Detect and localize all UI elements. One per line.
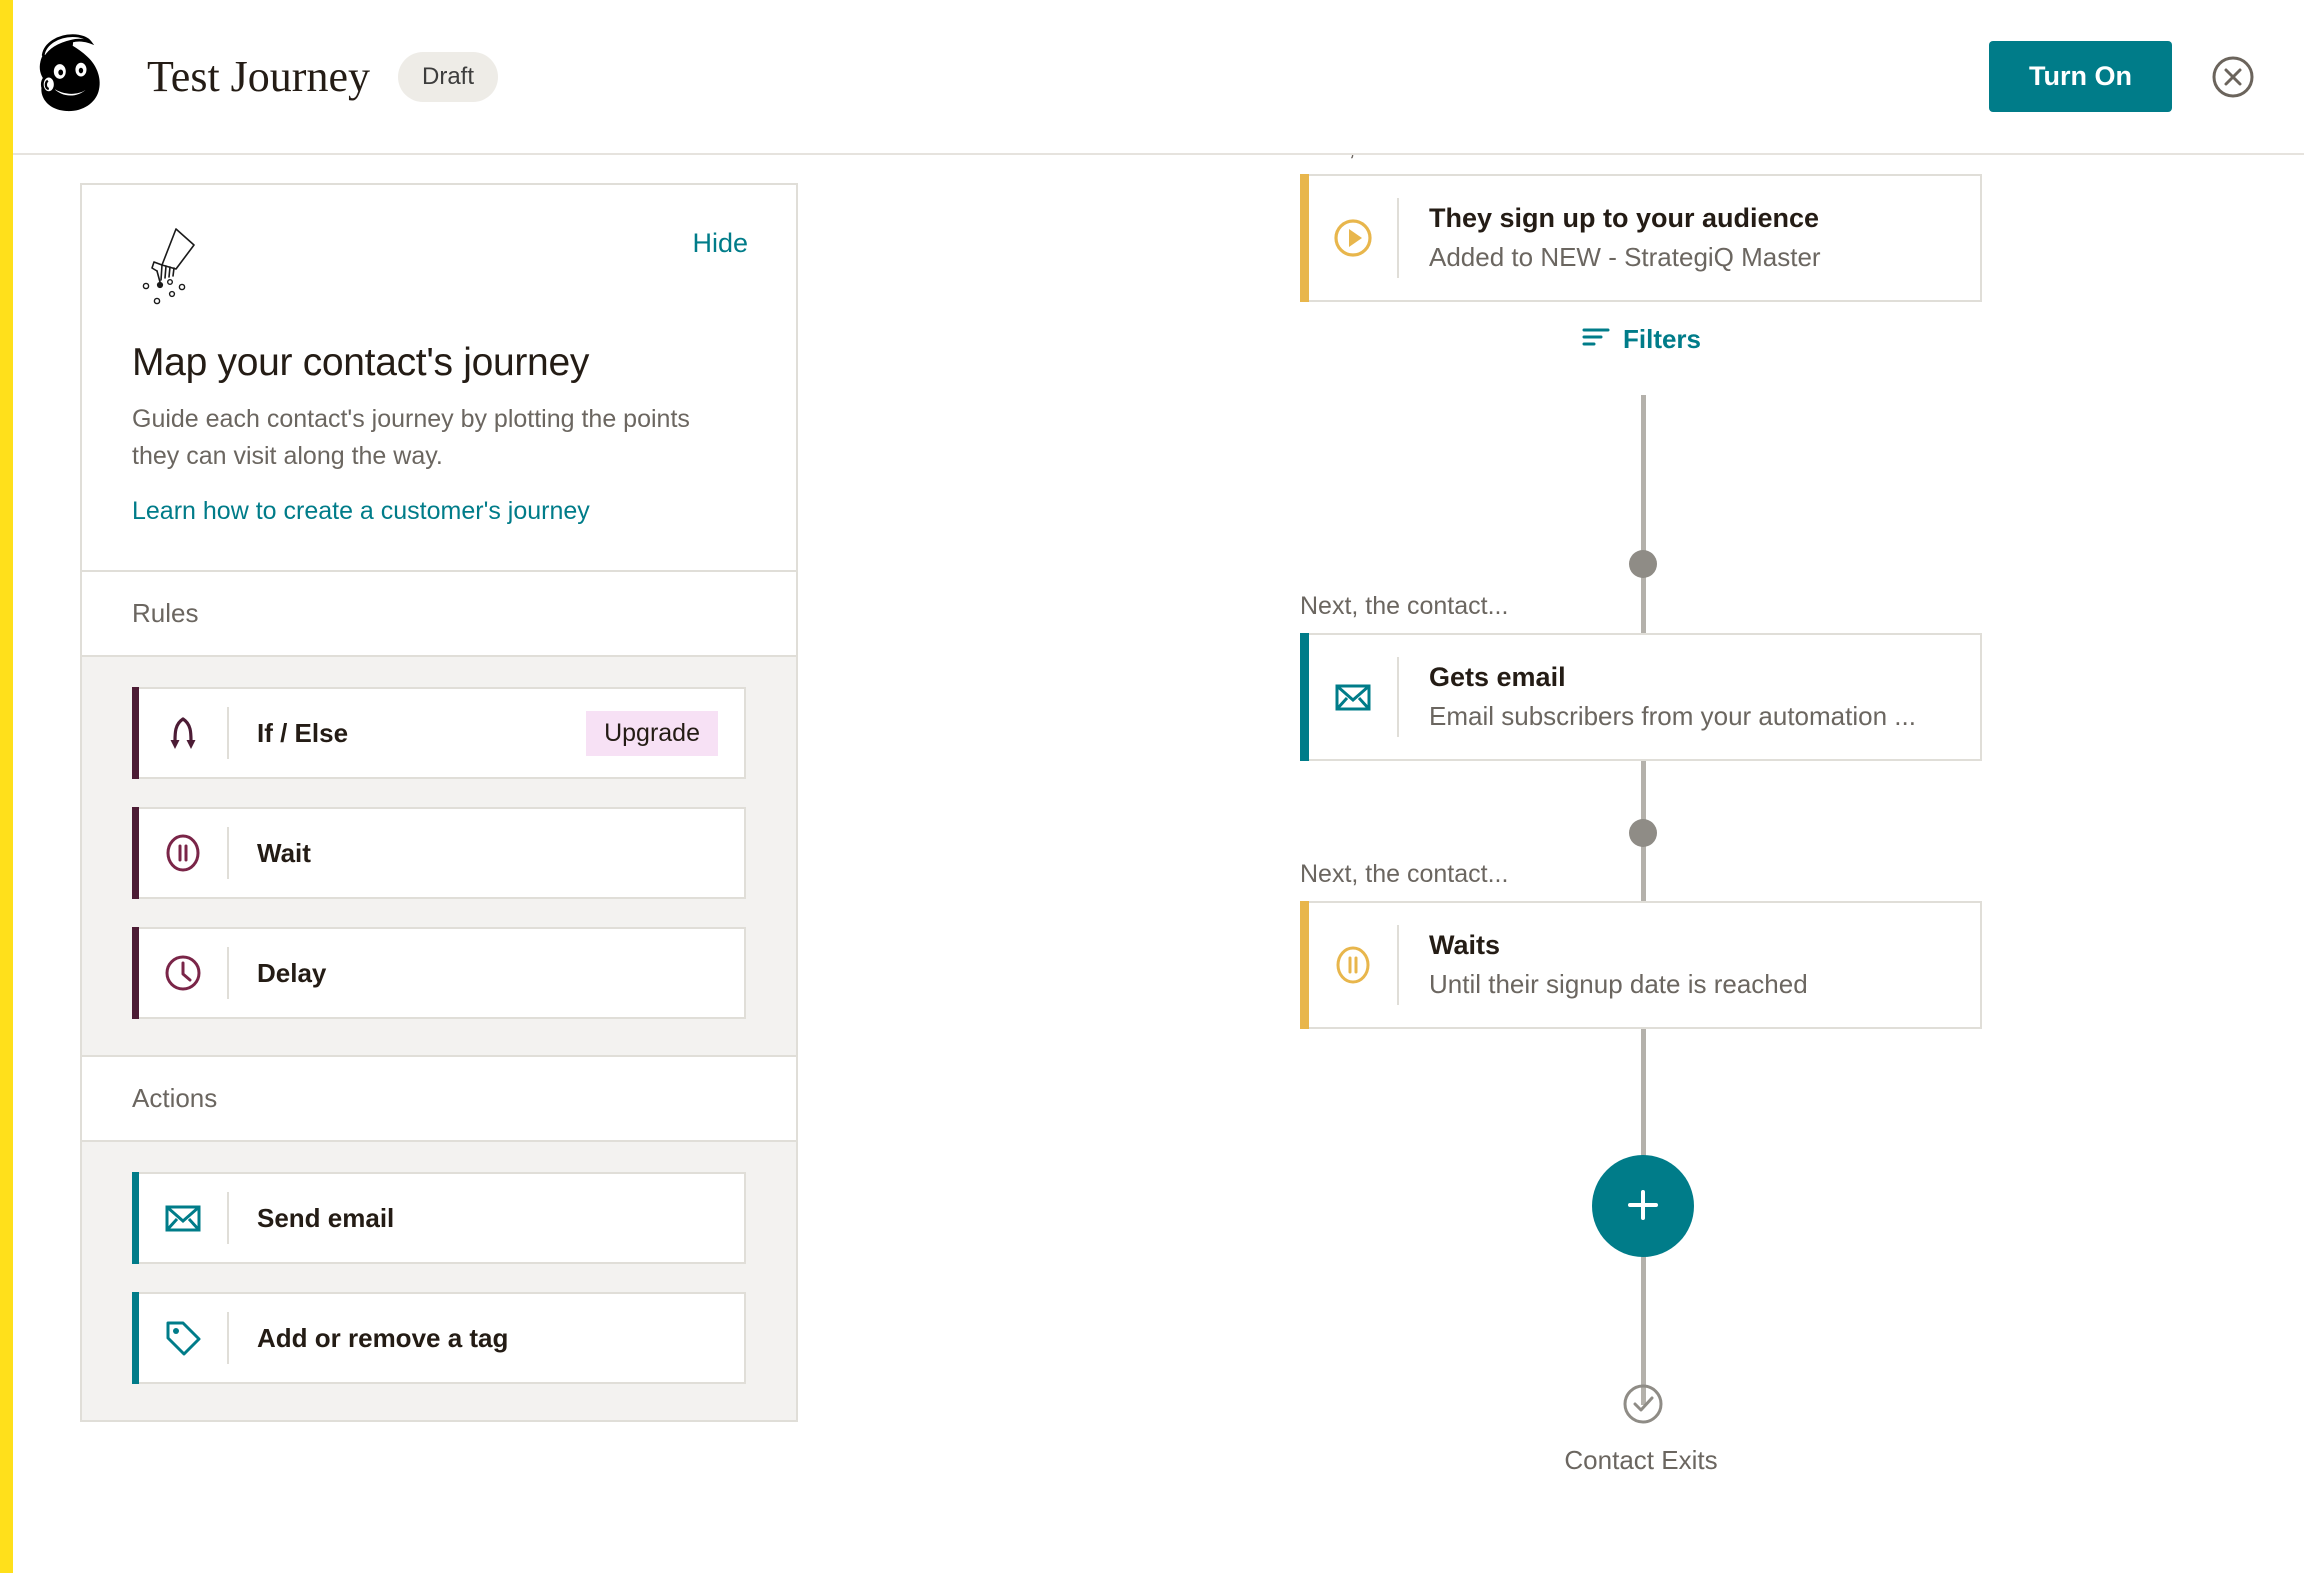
learn-more-link[interactable]: Learn how to create a customer's journey	[132, 497, 590, 525]
envelope-icon	[1309, 635, 1397, 759]
card-subtitle: Email subscribers from your automation .…	[1429, 701, 1916, 731]
palette-item-wait[interactable]: Wait	[132, 807, 746, 899]
palette-item-if-else[interactable]: If / Else Upgrade	[132, 687, 746, 779]
accent-bar	[1300, 901, 1309, 1029]
card-subtitle: Until their signup date is reached	[1429, 969, 1808, 999]
upgrade-badge[interactable]: Upgrade	[586, 710, 718, 756]
card-title: They sign up to your audience	[1429, 203, 1820, 233]
branch-arrows-icon	[139, 711, 227, 755]
filter-lines-icon	[1581, 324, 1611, 355]
app-header: Test Journey Draft Turn On	[13, 0, 2304, 155]
check-circle-icon	[1622, 1383, 1664, 1425]
palette-item-label: Add or remove a tag	[257, 1322, 509, 1353]
hide-link[interactable]: Hide	[692, 228, 748, 259]
page-title: Test Journey	[147, 52, 370, 101]
card-text: They sign up to your audience Added to N…	[1399, 176, 1851, 300]
hand-sprinkling-seeds-illustration	[132, 225, 212, 317]
palette-item-send-email[interactable]: Send email	[132, 1172, 746, 1264]
section-body-actions: Send email Add or remove a tag	[82, 1142, 796, 1420]
palette-intro: Hide Map your contact's journey Guide ea…	[82, 185, 796, 570]
section-header-rules: Rules	[82, 570, 796, 657]
palette-item-delay[interactable]: Delay	[132, 927, 746, 1019]
accent-bar	[132, 1292, 139, 1384]
card-title: Gets email	[1429, 662, 1566, 692]
palette-item-label: Wait	[257, 837, 311, 868]
accent-bar	[132, 807, 139, 899]
accent-bar	[132, 927, 139, 1019]
status-badge: Draft	[398, 51, 499, 102]
close-circle-icon[interactable]	[2210, 54, 2256, 100]
card-text: Waits Until their signup date is reached	[1399, 903, 1838, 1027]
turn-on-button[interactable]: Turn On	[1989, 41, 2172, 112]
journey-card-waits[interactable]: Waits Until their signup date is reached	[1300, 901, 1982, 1029]
filters-link[interactable]: Filters	[1300, 324, 1982, 355]
palette-heading: Map your contact's journey	[132, 341, 590, 384]
play-circle-icon	[1309, 176, 1397, 300]
journey-step-palette-panel: Hide Map your contact's journey Guide ea…	[80, 183, 798, 1422]
palette-item-add-remove-tag[interactable]: Add or remove a tag	[132, 1292, 746, 1384]
palette-item-label: Send email	[257, 1202, 395, 1233]
tag-icon	[139, 1316, 227, 1360]
accent-bar	[1300, 633, 1309, 761]
header-actions: Turn On	[1989, 41, 2256, 112]
connector-insert-dot[interactable]	[1629, 819, 1657, 847]
journey-card-gets-email[interactable]: Gets email Email subscribers from your a…	[1300, 633, 1982, 761]
palette-item-label: If / Else	[257, 717, 349, 748]
add-step-button[interactable]	[1592, 1155, 1694, 1257]
section-body-rules: If / Else Upgrade Wait Delay	[82, 657, 796, 1055]
palette-description: Guide each contact's journey by plotting…	[132, 405, 690, 470]
card-title: Waits	[1429, 930, 1501, 960]
palette-item-label: Delay	[257, 957, 327, 988]
accent-bar	[132, 1172, 139, 1264]
journey-card-trigger[interactable]: They sign up to your audience Added to N…	[1300, 174, 1982, 302]
step-caption: Next, the contact...	[1300, 592, 1509, 620]
filters-label: Filters	[1622, 324, 1702, 354]
step-caption: Next, the contact...	[1300, 860, 1509, 888]
section-header-actions: Actions	[82, 1055, 796, 1142]
accent-bar	[132, 687, 139, 779]
pause-circle-icon	[1309, 903, 1397, 1027]
plus-icon	[1621, 1183, 1665, 1230]
mailchimp-freddie-logo	[21, 29, 117, 125]
accent-bar	[1300, 174, 1309, 302]
envelope-icon	[139, 1196, 227, 1240]
pause-circle-icon	[139, 831, 227, 875]
connector-line	[1641, 395, 1646, 615]
card-subtitle: Added to NEW - StrategiQ Master	[1429, 242, 1821, 272]
clock-icon	[139, 951, 227, 995]
card-text: Gets email Email subscribers from your a…	[1399, 635, 1946, 759]
connector-insert-dot[interactable]	[1629, 550, 1657, 578]
contact-exits-label: Contact Exits	[1564, 1445, 1718, 1475]
page-accent-stripe	[0, 0, 13, 1573]
